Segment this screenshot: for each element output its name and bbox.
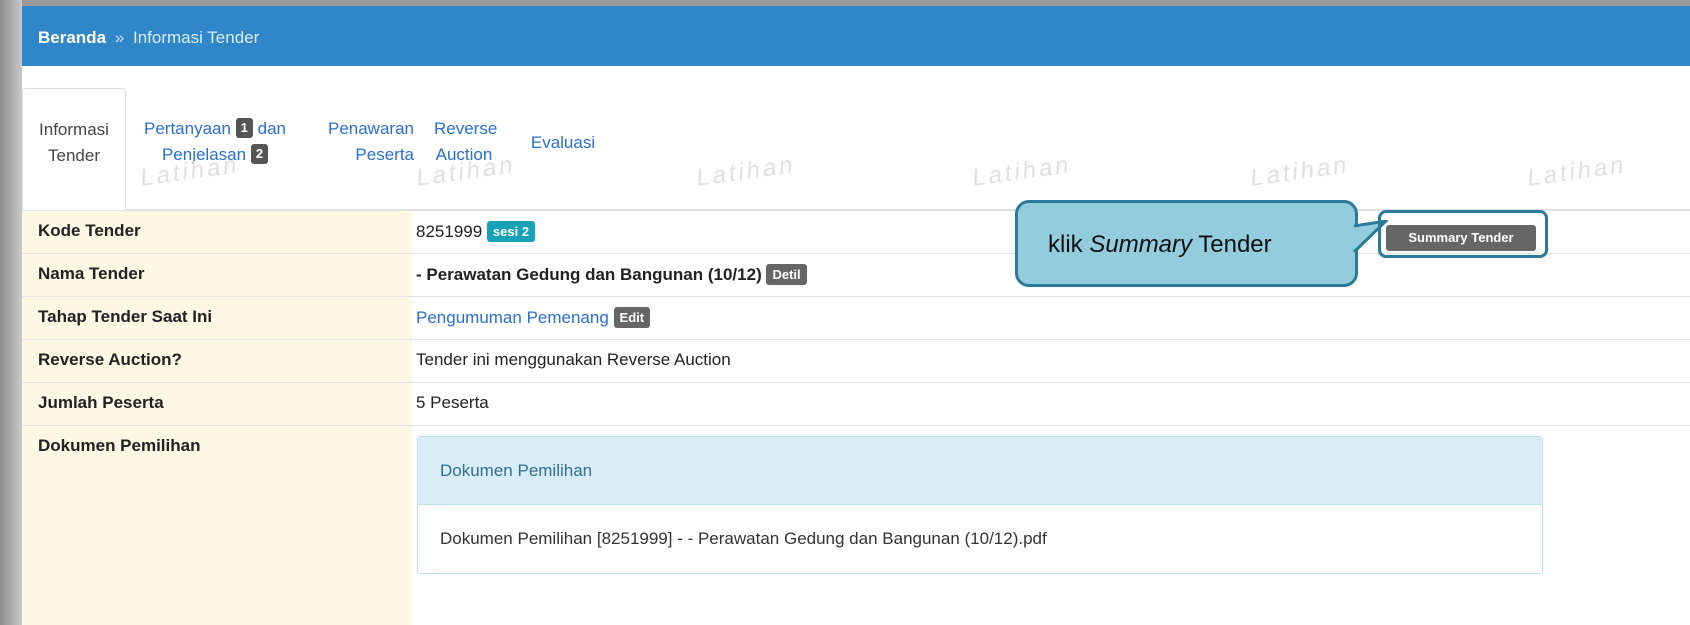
table-row-tahap-tender: Tahap Tender Saat Ini Pengumuman Pemenan… <box>22 296 1690 339</box>
tab-reverse-auction[interactable]: Reverse Auction <box>434 116 498 168</box>
callout-italic: Summary <box>1089 231 1193 258</box>
detil-button[interactable]: Detil <box>766 264 807 285</box>
document-file-link[interactable]: Dokumen Pemilihan [8251999] - - Perawata… <box>418 505 1542 549</box>
row-value: 8251999 sesi 2 <box>416 211 536 253</box>
table-row-jumlah-peserta: Jumlah Peserta 5 Peserta <box>22 382 1690 425</box>
row-label: Dokumen Pemilihan <box>22 426 412 625</box>
callout-prefix: klik <box>1048 231 1090 258</box>
tab-label-conjunction: dan <box>257 119 287 138</box>
watermark-text: Latihan <box>1525 151 1629 192</box>
row-value: Pengumuman Pemenang Edit <box>416 297 651 339</box>
watermark-text: Latihan <box>970 151 1074 192</box>
row-value: - Perawatan Gedung dan Bangunan (10/12) … <box>416 254 807 296</box>
row-label: Tahap Tender Saat Ini <box>22 297 412 339</box>
row-value: 5 Peserta <box>416 393 489 412</box>
tab-label-line2: Penjelasan <box>161 145 247 164</box>
row-label: Nama Tender <box>22 254 412 296</box>
document-panel: Dokumen Pemilihan Dokumen Pemilihan [825… <box>417 436 1543 574</box>
tab-label-line1: Penawaran <box>327 119 414 138</box>
table-row-dokumen-pemilihan: Dokumen Pemilihan Dokumen Pemilihan Doku… <box>22 425 1690 625</box>
kode-tender-value: 8251999 <box>416 222 483 241</box>
tab-label-line1: Evaluasi <box>530 133 596 152</box>
summary-tender-button[interactable]: Summary Tender <box>1386 225 1536 251</box>
row-value: Tender ini menggunakan Reverse Auction <box>416 350 731 369</box>
row-label: Jumlah Peserta <box>22 383 412 425</box>
tab-bar: Informasi Tender Pertanyaan 1 dan Penjel… <box>22 66 1690 211</box>
tab-label-line1: Pertanyaan <box>143 119 231 138</box>
row-label: Reverse Auction? <box>22 340 412 382</box>
watermark-text: Latihan <box>1248 151 1352 192</box>
breadcrumb-home-link[interactable]: Beranda <box>38 28 106 47</box>
tab-label-line2: Auction <box>435 145 493 164</box>
tab-label-line1: Reverse <box>434 119 498 138</box>
instruction-callout: klik Summary Tender <box>1015 200 1358 287</box>
breadcrumb-separator: » <box>114 28 125 47</box>
session-badge: sesi 2 <box>486 221 536 242</box>
tab-informasi-tender[interactable]: Informasi Tender <box>22 88 126 211</box>
callout-suffix: Tender <box>1192 231 1272 258</box>
row-label: Kode Tender <box>22 211 412 253</box>
nama-tender-value: - Perawatan Gedung dan Bangunan (10/12) <box>416 265 762 284</box>
explanation-count-badge: 2 <box>250 144 269 164</box>
table-row-reverse-auction: Reverse Auction? Tender ini menggunakan … <box>22 339 1690 382</box>
tab-label-line2: Tender <box>48 146 100 165</box>
tab-label-line1: Informasi <box>39 120 109 139</box>
breadcrumb-current: Informasi Tender <box>132 28 260 47</box>
question-count-badge: 1 <box>235 118 253 138</box>
tab-evaluasi[interactable]: Evaluasi <box>518 130 608 156</box>
watermark-text: Latihan <box>694 151 798 192</box>
tab-penawaran-peserta[interactable]: Penawaran Peserta <box>318 116 414 168</box>
document-panel-heading: Dokumen Pemilihan <box>418 437 1542 505</box>
tab-label-line2: Peserta <box>355 145 414 164</box>
tab-pertanyaan-penjelasan[interactable]: Pertanyaan 1 dan Penjelasan 2 <box>140 116 290 168</box>
table-row-nama-tender: Nama Tender - Perawatan Gedung dan Bangu… <box>22 253 1690 296</box>
tahap-tender-link[interactable]: Pengumuman Pemenang <box>416 308 609 327</box>
breadcrumb: Beranda » Informasi Tender <box>22 6 1690 66</box>
edit-button[interactable]: Edit <box>613 307 651 328</box>
